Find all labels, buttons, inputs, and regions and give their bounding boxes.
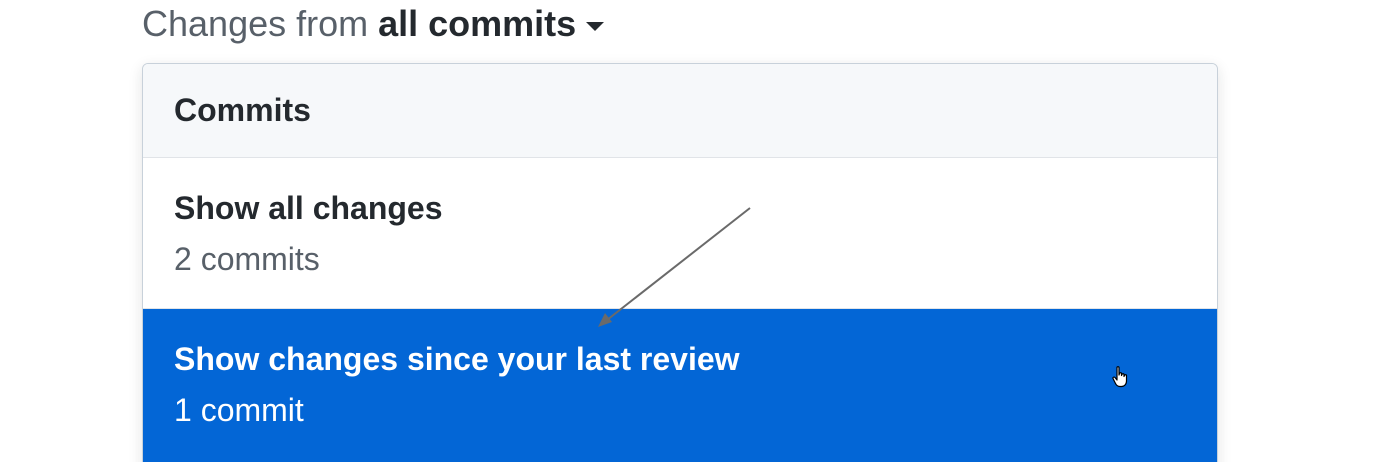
- changes-from-toggle[interactable]: Changes from all commits: [142, 2, 605, 46]
- dropdown-header: Commits: [143, 64, 1217, 158]
- toggle-prefix: Changes from: [142, 3, 369, 44]
- page: Changes from all commits Commits Show al…: [0, 0, 1400, 462]
- menu-item-show-all-changes[interactable]: Show all changes 2 commits: [143, 158, 1217, 309]
- toggle-selection: all commits: [378, 3, 577, 44]
- menu-item-title: Show all changes: [174, 190, 443, 226]
- menu-item-commit-count: 1 commit: [174, 392, 304, 428]
- commits-dropdown-menu: Commits Show all changes 2 commits Show …: [142, 63, 1218, 462]
- menu-item-title: Show changes since your last review: [174, 341, 740, 377]
- menu-item-commit-count: 2 commits: [174, 241, 320, 277]
- menu-item-show-changes-since-last-review[interactable]: Show changes since your last review 1 co…: [143, 309, 1217, 462]
- caret-down-icon: [586, 21, 605, 31]
